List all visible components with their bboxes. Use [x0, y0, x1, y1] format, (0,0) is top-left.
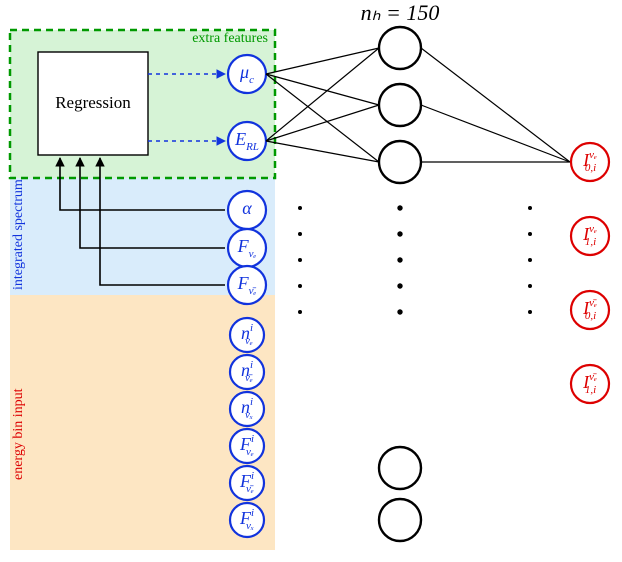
- hidden-node-1: [379, 27, 421, 69]
- conn-line: [421, 105, 570, 162]
- ellipsis-dot: [528, 310, 532, 314]
- svg-text:niν̄ₑ: niν̄ₑ: [241, 359, 253, 384]
- conn-line: [421, 48, 570, 162]
- conn-line: [266, 74, 379, 105]
- hidden-dot: [397, 283, 402, 288]
- ellipsis-dot: [298, 310, 302, 314]
- hidden-dot: [397, 257, 402, 262]
- regression-box-label: Regression: [55, 93, 131, 112]
- node-F-nuebar: Fν̄ₑ: [228, 266, 266, 304]
- hidden-node-3: [379, 141, 421, 183]
- node-n-nue-i: niνₑ: [230, 318, 264, 352]
- node-I1-nuebar: Iν̄ₑ1,i: [571, 365, 609, 403]
- hidden-node-2: [379, 84, 421, 126]
- integrated-spectrum-label: integrated spectrum: [11, 179, 26, 290]
- ellipsis-dot: [528, 284, 532, 288]
- ellipsis-dot: [528, 258, 532, 262]
- svg-text:niνₓ: niνₓ: [241, 396, 253, 421]
- node-F-nue: Fνₑ: [228, 229, 266, 267]
- conn-line: [266, 74, 379, 162]
- ellipsis-dot: [528, 206, 532, 210]
- hidden-dot: [397, 231, 402, 236]
- svg-text:Iνₑ0,i: Iνₑ0,i: [582, 149, 597, 174]
- node-alpha: α: [228, 191, 266, 229]
- node-n-nuebar-i: niν̄ₑ: [230, 355, 264, 389]
- ellipsis-dot: [528, 232, 532, 236]
- node-I0-nuebar: Iν̄ₑ0,i: [571, 291, 609, 329]
- node-F-nue-i: Fiνₑ: [230, 429, 264, 463]
- node-I0-nue: Iνₑ0,i: [571, 143, 609, 181]
- svg-text:Iν̄ₑ0,i: Iν̄ₑ0,i: [582, 297, 597, 322]
- node-n-nux-i: niνₓ: [230, 392, 264, 426]
- hidden-layer-title: nₕ = 150: [361, 0, 440, 25]
- svg-text:Fiνₓ: Fiνₓ: [239, 507, 254, 532]
- nn-architecture-diagram: extra features integrated spectrum energ…: [0, 0, 622, 562]
- hidden-dot: [397, 309, 402, 314]
- node-F-nuebar-i: Fiν̄ₑ: [230, 466, 264, 500]
- conn-line: [266, 48, 379, 74]
- svg-text:α: α: [242, 198, 252, 218]
- extra-features-label: extra features: [192, 31, 268, 46]
- ellipsis-dot: [298, 284, 302, 288]
- svg-text:Iν̄ₑ1,i: Iν̄ₑ1,i: [582, 371, 597, 396]
- conn-line: [266, 105, 379, 141]
- svg-text:Iνₑ1,i: Iνₑ1,i: [582, 223, 597, 248]
- svg-text:Fiν̄ₑ: Fiν̄ₑ: [239, 470, 254, 495]
- hidden-dot: [397, 205, 402, 210]
- conn-line: [266, 48, 379, 141]
- energy-bin-input-label: energy bin input: [11, 388, 26, 480]
- ellipsis-dot: [298, 206, 302, 210]
- node-mu-c: μc: [228, 55, 266, 93]
- hidden-node-end1: [379, 447, 421, 489]
- node-F-nux-i: Fiνₓ: [230, 503, 264, 537]
- node-E-RL: ERL: [228, 122, 266, 160]
- ellipsis-dot: [298, 232, 302, 236]
- conn-line: [266, 141, 379, 162]
- svg-text:niνₑ: niνₑ: [241, 322, 253, 347]
- svg-text:Fiνₑ: Fiνₑ: [239, 433, 254, 458]
- node-I1-nue: Iνₑ1,i: [571, 217, 609, 255]
- hidden-node-end2: [379, 499, 421, 541]
- ellipsis-dot: [298, 258, 302, 262]
